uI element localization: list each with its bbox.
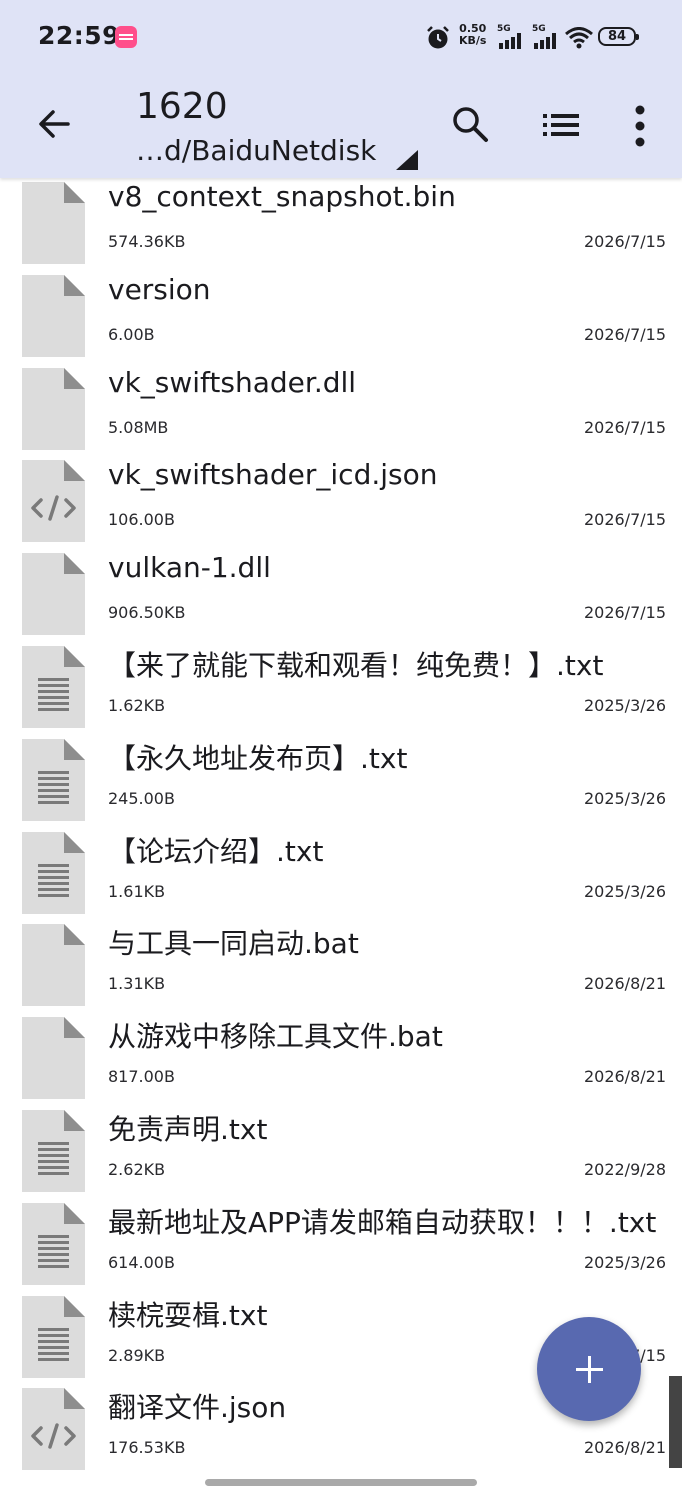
network-speed: 0.50 KB/s <box>459 23 486 47</box>
file-name: 翻译文件.json <box>108 1391 287 1425</box>
search-icon[interactable] <box>450 104 490 144</box>
file-name: 【永久地址发布页】.txt <box>108 741 408 775</box>
back-arrow-icon[interactable] <box>34 104 74 144</box>
wifi-icon <box>565 27 593 49</box>
file-name: 从游戏中移除工具文件.bat <box>108 1020 443 1054</box>
file-list: v8_context_snapshot.bin 574.36KB 2026/7/15… <box>0 154 682 1471</box>
signal-2-icon <box>534 33 556 49</box>
file-name: vk_swiftshader.dll <box>108 365 357 399</box>
file-row[interactable]: vk_swiftshader.dll 5.08MB 2026/7/15 <box>0 340 682 450</box>
net-speed-unit: KB/s <box>459 34 487 47</box>
file-row[interactable]: 【来了就能下载和观看！纯免费！】.txt 1.62KB 2025/3/26 <box>0 618 682 728</box>
top-app-bar: 22:59 0.50 KB/s 5G 5G 84 1620 …d/BaiduNe… <box>0 0 682 178</box>
battery-indicator: 84 <box>598 27 639 46</box>
path-dropdown-icon[interactable] <box>396 150 418 170</box>
file-row[interactable]: version 6.00B 2026/7/15 <box>0 247 682 357</box>
file-row[interactable]: vulkan-1.dll 906.50KB 2026/7/15 <box>0 525 682 636</box>
alarm-icon <box>427 26 449 49</box>
file-name: version <box>108 272 211 306</box>
list-view-icon[interactable] <box>541 110 581 140</box>
file-name: 最新地址及APP请发邮箱自动获取！！！.txt <box>108 1205 657 1239</box>
file-name: 【来了就能下载和观看！纯免费！】.txt <box>108 648 604 682</box>
notification-app-icon <box>115 26 137 48</box>
file-name: 免责声明.txt <box>108 1112 268 1146</box>
file-row[interactable]: 【论坛介绍】.txt 1.61KB 2025/3/26 <box>0 804 682 914</box>
file-row[interactable]: 最新地址及APP请发邮箱自动获取！！！.txt 614.00B 2025/3/26 <box>0 1175 682 1285</box>
signal-1-icon <box>499 33 521 49</box>
folder-path[interactable]: …d/BaiduNetdisk <box>136 134 376 167</box>
status-bar: 22:59 0.50 KB/s 5G 5G 84 <box>0 0 682 76</box>
file-row[interactable]: 【永久地址发布页】.txt 245.00B 2025/3/26 <box>0 711 682 821</box>
file-name: 【论坛介绍】.txt <box>108 834 324 868</box>
file-name: v8_context_snapshot.bin <box>108 180 456 213</box>
folder-title: 1620 <box>136 86 228 127</box>
file-date: 2026/8/21 <box>583 1438 666 1458</box>
scrollbar-thumb[interactable] <box>669 1376 682 1468</box>
code-file-icon <box>22 1388 85 1471</box>
file-size: 176.53KB <box>108 1438 186 1458</box>
file-row[interactable]: vk_swiftshader_icd.json 106.00B 2026/7/15 <box>0 432 682 543</box>
file-name: 椟梡耍楫.txt <box>108 1298 268 1332</box>
add-fab-button[interactable] <box>537 1317 641 1421</box>
file-name: vulkan-1.dll <box>108 551 271 585</box>
more-vert-icon[interactable] <box>626 104 654 148</box>
file-name: vk_swiftshader_icd.json <box>108 458 438 492</box>
file-name: 与工具一同启动.bat <box>108 927 359 961</box>
file-row[interactable]: 与工具一同启动.bat 1.31KB 2026/8/21 <box>0 896 682 1007</box>
file-row[interactable]: 免责声明.txt 2.62KB 2022/9/28 <box>0 1082 682 1192</box>
status-time: 22:59 <box>38 21 121 50</box>
file-row[interactable]: 从游戏中移除工具文件.bat 817.00B 2026/8/21 <box>0 989 682 1100</box>
home-indicator[interactable] <box>205 1479 477 1486</box>
